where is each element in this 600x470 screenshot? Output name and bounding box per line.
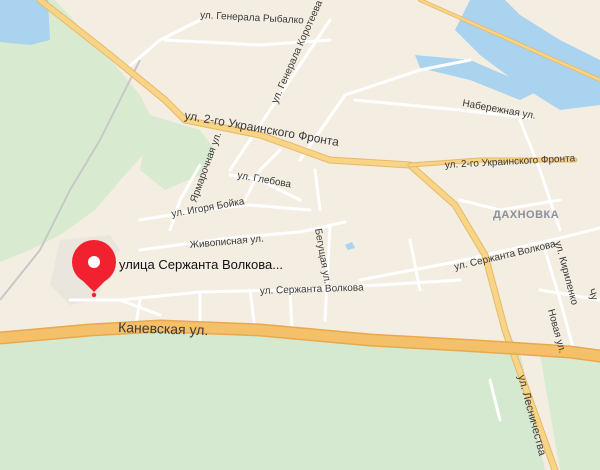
district-label: ДАХНОВКА	[493, 209, 559, 221]
map-canvas: ул. Генерала Рыбалко ул. Генерала Короте…	[0, 0, 600, 470]
pin-center-dot	[88, 256, 100, 268]
pin-anchor-dot	[91, 292, 97, 298]
water-pond	[0, 0, 50, 45]
label-kanevskaya: Каневская ул.	[118, 319, 209, 338]
map-view[interactable]: ул. Генерала Рыбалко ул. Генерала Короте…	[0, 0, 600, 470]
pin-label[interactable]: улица Сержанта Волкова...	[115, 254, 287, 276]
